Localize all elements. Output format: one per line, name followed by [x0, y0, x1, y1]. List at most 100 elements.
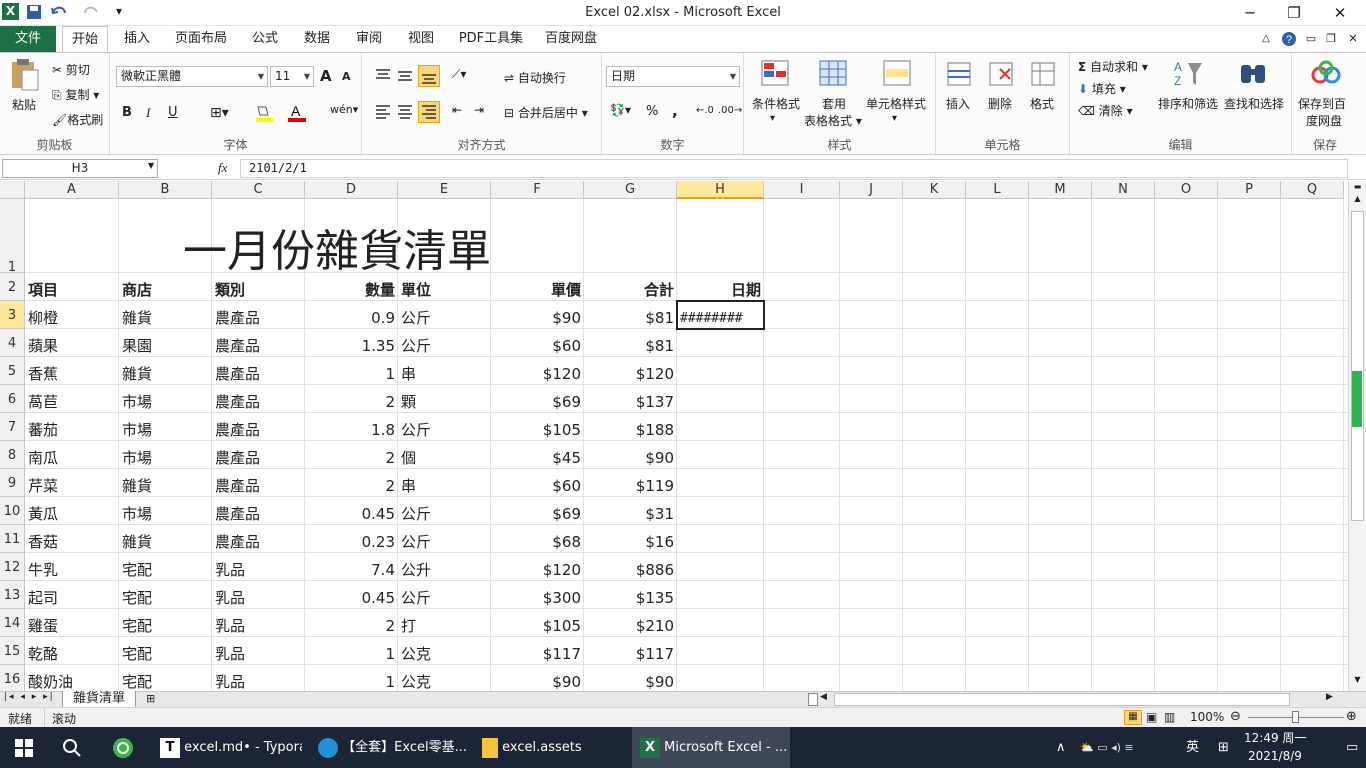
tab-file[interactable]: 文件	[0, 26, 56, 52]
ime-keyboard-icon[interactable]: ⊞	[1218, 727, 1236, 768]
search-icon[interactable]	[52, 727, 92, 768]
taskbar-edge[interactable]: 【全套】Excel零基...	[310, 727, 470, 768]
cell-d11[interactable]: 0.23	[305, 532, 398, 553]
page-layout-view-icon[interactable]: ▣	[1146, 710, 1157, 724]
sheet-tab[interactable]: 雜貨清單	[62, 691, 137, 708]
cell-g14[interactable]: $210	[584, 616, 677, 637]
save-to-baidu-label2[interactable]: 度网盘	[1306, 112, 1342, 129]
row-header-1[interactable]: 1	[0, 199, 25, 275]
cell-f14[interactable]: $105	[491, 616, 584, 637]
paste-button[interactable]: 粘贴	[12, 96, 36, 113]
cell-f2[interactable]: 單價	[491, 280, 584, 301]
workbook-close-icon[interactable]: ✕	[1344, 26, 1362, 52]
cell-b13[interactable]: 宅配	[119, 588, 212, 609]
wrap-text-button[interactable]: ⇌ 自动换行	[504, 69, 566, 86]
format-as-table-icon[interactable]	[818, 59, 850, 91]
cell-c14[interactable]: 乳品	[212, 616, 305, 637]
borders-icon[interactable]: ⊞▾	[210, 105, 229, 121]
cell-e10[interactable]: 公斤	[398, 504, 491, 525]
cell-f6[interactable]: $69	[491, 392, 584, 413]
new-sheet-icon[interactable]: ⊞	[146, 692, 155, 705]
cell-h5[interactable]	[677, 364, 764, 385]
cell-g8[interactable]: $90	[584, 448, 677, 469]
cell-a11[interactable]: 香菇	[25, 532, 119, 553]
split-box[interactable]	[808, 693, 818, 706]
cell-e7[interactable]: 公斤	[398, 420, 491, 441]
cell-b6[interactable]: 市場	[119, 392, 212, 413]
cell-b10[interactable]: 市場	[119, 504, 212, 525]
cell-d16[interactable]: 1	[305, 672, 398, 691]
baidu-cloud-icon[interactable]	[1310, 59, 1342, 91]
cell-c11[interactable]: 農產品	[212, 532, 305, 553]
scroll-down-icon[interactable]: ▼	[1350, 675, 1365, 689]
cell-b11[interactable]: 雜貨	[119, 532, 212, 553]
scroll-left-icon[interactable]: ◀	[820, 692, 827, 702]
tab-insert[interactable]: 插入	[114, 26, 160, 52]
row-header-13[interactable]: 13	[0, 581, 25, 609]
align-middle-icon[interactable]	[396, 67, 414, 86]
zoom-level[interactable]: 100%	[1190, 710, 1224, 724]
cell-b12[interactable]: 宅配	[119, 560, 212, 581]
cell-b8[interactable]: 市場	[119, 448, 212, 469]
percent-button[interactable]: %	[646, 104, 658, 119]
cell-h12[interactable]	[677, 560, 764, 581]
cell-e12[interactable]: 公升	[398, 560, 491, 581]
cell-a14[interactable]: 雞蛋	[25, 616, 119, 637]
close-button[interactable]: ✕	[1320, 2, 1360, 24]
cell-b15[interactable]: 宅配	[119, 644, 212, 665]
number-format-select[interactable]: 日期 ▼	[606, 66, 740, 87]
row-header-15[interactable]: 15	[0, 637, 25, 665]
cell-c6[interactable]: 農產品	[212, 392, 305, 413]
cell-g12[interactable]: $886	[584, 560, 677, 581]
cell-g3[interactable]: $81	[584, 308, 677, 329]
row-header-3[interactable]: 3	[0, 301, 25, 329]
align-center-icon[interactable]	[396, 103, 414, 122]
vertical-scrollbar[interactable]: ▬ ▲ ▼	[1348, 181, 1366, 691]
cell-h10[interactable]	[677, 504, 764, 525]
cell-g7[interactable]: $188	[584, 420, 677, 441]
tab-formulas[interactable]: 公式	[242, 26, 288, 52]
cell-a15[interactable]: 乾酪	[25, 644, 119, 665]
cell-d3[interactable]: 0.9	[305, 308, 398, 329]
cell-e6[interactable]: 顆	[398, 392, 491, 413]
active-cell[interactable]	[676, 300, 765, 330]
conditional-format-icon[interactable]	[760, 59, 792, 91]
column-header-q[interactable]: Q	[1281, 181, 1344, 199]
row-header-4[interactable]: 4	[0, 329, 25, 357]
column-header-p[interactable]: P	[1218, 181, 1281, 199]
cell-c2[interactable]: 類別	[212, 280, 305, 301]
chevron-down-icon[interactable]: ▼	[148, 161, 154, 170]
horizontal-scroll-thumb[interactable]	[834, 693, 1290, 706]
paste-icon[interactable]	[8, 58, 40, 91]
increase-indent-icon[interactable]: ⇥	[474, 103, 484, 117]
cell-a9[interactable]: 芹菜	[25, 476, 119, 497]
decrease-indent-icon[interactable]: ⇤	[452, 103, 462, 117]
restore-button[interactable]: ❐	[1274, 2, 1314, 24]
cell-h14[interactable]	[677, 616, 764, 637]
delete-cells-icon[interactable]	[986, 59, 1018, 91]
cell-e15[interactable]: 公克	[398, 644, 491, 665]
column-header-i[interactable]: I	[764, 181, 840, 199]
cell-a12[interactable]: 牛乳	[25, 560, 119, 581]
cell-e14[interactable]: 打	[398, 616, 491, 637]
cell-a10[interactable]: 黃瓜	[25, 504, 119, 525]
cell-g6[interactable]: $137	[584, 392, 677, 413]
taskbar-explorer[interactable]: excel.assets	[474, 727, 626, 768]
page-break-view-icon[interactable]: ▥	[1164, 710, 1175, 724]
cell-h2[interactable]: 日期	[677, 280, 764, 301]
tab-data[interactable]: 数据	[294, 26, 340, 52]
sheet-nav-icon[interactable]: |◂ ◂ ▸ ▸|	[4, 692, 55, 702]
cell-b2[interactable]: 商店	[119, 280, 212, 301]
cell-d14[interactable]: 2	[305, 616, 398, 637]
cell-e3[interactable]: 公斤	[398, 308, 491, 329]
cell-h6[interactable]	[677, 392, 764, 413]
font-size-select[interactable]: 11 ▼	[270, 66, 314, 87]
column-header-c[interactable]: C	[212, 181, 305, 199]
tray-expand-icon[interactable]: ∧	[1056, 727, 1070, 768]
cell-e8[interactable]: 個	[398, 448, 491, 469]
cell-c12[interactable]: 乳品	[212, 560, 305, 581]
row-header-12[interactable]: 12	[0, 553, 25, 581]
cell-e9[interactable]: 串	[398, 476, 491, 497]
sort-filter-icon[interactable]: AZ	[1172, 57, 1204, 89]
cell-e13[interactable]: 公斤	[398, 588, 491, 609]
